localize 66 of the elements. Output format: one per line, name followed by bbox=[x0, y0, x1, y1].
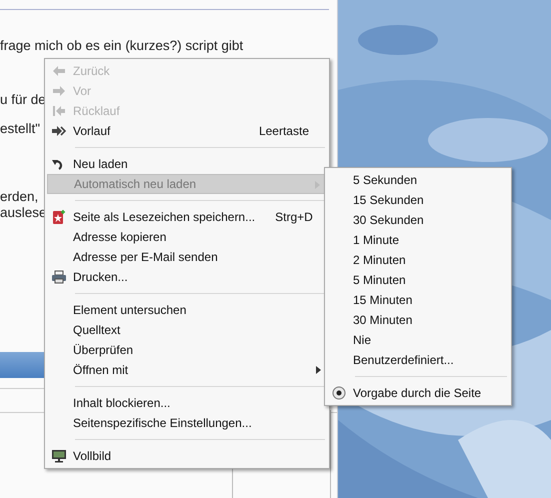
menu-item[interactable]: Adresse kopieren bbox=[47, 227, 327, 247]
menu-label: Vorlauf bbox=[73, 123, 110, 140]
menu-label: Adresse per E-Mail senden bbox=[73, 249, 218, 266]
menu-label: Automatisch neu laden bbox=[74, 176, 196, 193]
page-text: frage mich ob es ein (kurzes?) script gibt bbox=[0, 37, 244, 55]
menu-label: Vorgabe durch die Seite bbox=[353, 385, 482, 402]
menu-item[interactable]: 1 Minute bbox=[327, 230, 509, 250]
menu-item[interactable]: 15 Minuten bbox=[327, 290, 509, 310]
menu-item[interactable]: 15 Sekunden bbox=[327, 190, 509, 210]
menu-label: 15 Minuten bbox=[353, 292, 412, 309]
menu-label: Öffnen mit bbox=[73, 362, 128, 379]
menu-label: Vor bbox=[73, 83, 92, 100]
menu-label: Rücklauf bbox=[73, 103, 120, 120]
bookmark-icon bbox=[51, 210, 67, 224]
menu-label: Seitenspezifische Einstellungen... bbox=[73, 415, 252, 432]
menu-label: Adresse kopieren bbox=[73, 229, 166, 246]
menu-label: Element untersuchen bbox=[73, 302, 186, 319]
rewind-icon bbox=[51, 104, 67, 118]
page-text: auslese bbox=[0, 204, 47, 222]
menu-item[interactable]: Vorlauf Leertaste bbox=[47, 121, 327, 141]
menu-item[interactable]: 5 Minuten bbox=[327, 270, 509, 290]
menu-label: Inhalt blockieren... bbox=[73, 395, 170, 412]
menu-item[interactable]: Vorgabe durch die Seite bbox=[327, 383, 509, 403]
menu-item[interactable]: Element untersuchen bbox=[47, 300, 327, 320]
menu-item[interactable]: 2 Minuten bbox=[327, 250, 509, 270]
page-text: erden, bbox=[0, 188, 38, 206]
menu-item[interactable]: Seite als Lesezeichen speichern... Strg+D bbox=[47, 207, 327, 227]
menu-label: Seite als Lesezeichen speichern... bbox=[73, 209, 256, 226]
menu-label: Quelltext bbox=[73, 322, 120, 339]
menu-label: 5 Minuten bbox=[353, 272, 406, 289]
radio-button[interactable] bbox=[331, 386, 347, 400]
menu-item[interactable]: Überprüfen bbox=[47, 340, 327, 360]
menu-item[interactable]: Quelltext bbox=[47, 320, 327, 340]
menu-item[interactable]: Inhalt blockieren... bbox=[47, 393, 327, 413]
menu-label: Benutzerdefiniert... bbox=[353, 352, 454, 369]
menu-label: Zurück bbox=[73, 63, 110, 80]
page-text: estellt" bbox=[0, 120, 40, 138]
menu-label: 5 Sekunden bbox=[353, 172, 418, 189]
menu-item[interactable]: Adresse per E-Mail senden bbox=[47, 247, 327, 267]
menu-item[interactable]: Drucken... bbox=[47, 267, 327, 287]
menu-label: 1 Minute bbox=[353, 232, 400, 249]
shortcut-text: Strg+D bbox=[274, 209, 313, 226]
menu-label: Nie bbox=[353, 332, 372, 349]
menu-item[interactable]: 5 Sekunden bbox=[327, 170, 509, 190]
menu-label: Überprüfen bbox=[73, 342, 134, 359]
menu-item[interactable]: Öffnen mit bbox=[47, 360, 327, 380]
menu-item[interactable]: Seitenspezifische Einstellungen... bbox=[47, 413, 327, 433]
menu-item[interactable]: Neu laden bbox=[47, 154, 327, 174]
fast-forward-icon bbox=[51, 124, 67, 138]
menu-label: Neu laden bbox=[73, 156, 128, 173]
monitor-icon bbox=[51, 449, 67, 463]
menu-item[interactable]: 30 Minuten bbox=[327, 310, 509, 330]
menu-label: 30 Minuten bbox=[353, 312, 412, 329]
menu-label: 15 Sekunden bbox=[353, 192, 424, 209]
menu-label: Drucken... bbox=[73, 269, 128, 286]
menu-label: 2 Minuten bbox=[353, 252, 406, 269]
menu-item[interactable]: Benutzerdefiniert... bbox=[327, 350, 509, 370]
menu-item[interactable]: Vollbild bbox=[47, 446, 327, 466]
menu-label: 30 Sekunden bbox=[353, 212, 424, 229]
printer-icon bbox=[51, 270, 67, 284]
menu-label: Vollbild bbox=[73, 448, 112, 465]
forward-arrow-icon bbox=[51, 84, 67, 98]
menu-item[interactable]: 30 Sekunden bbox=[327, 210, 509, 230]
menu-item[interactable]: Nie bbox=[327, 330, 509, 350]
shortcut-text: Leertaste bbox=[258, 123, 309, 140]
back-arrow-icon bbox=[51, 64, 67, 78]
